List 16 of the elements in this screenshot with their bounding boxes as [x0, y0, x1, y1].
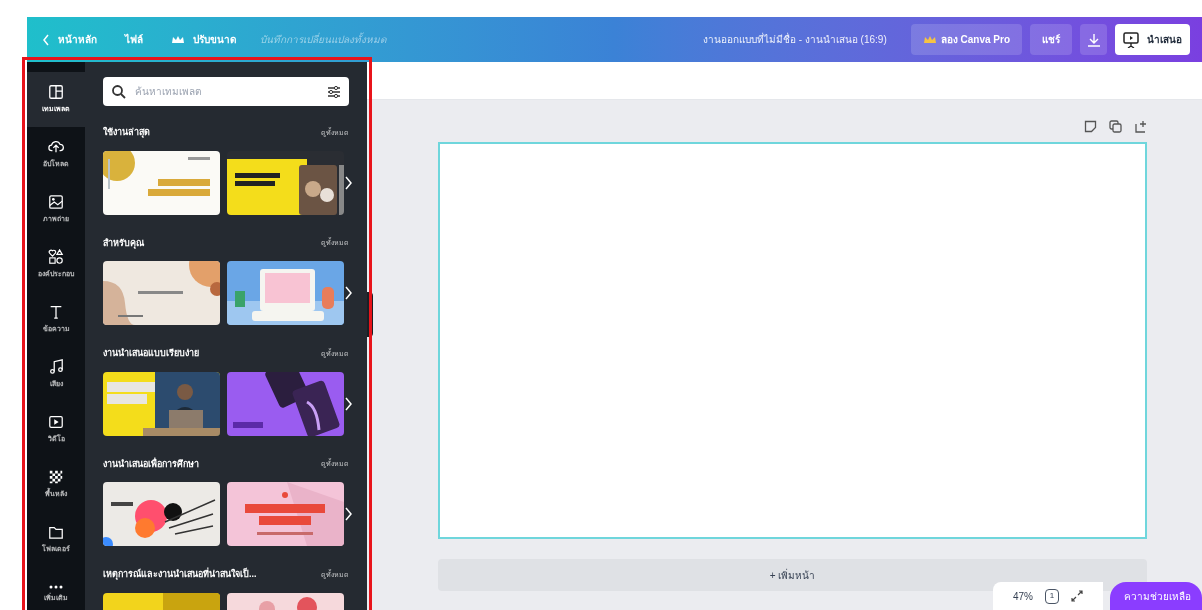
document-title[interactable]: งานออกแบบที่ไม่มีชื่อ - งานนำเสนอ (16:9): [702, 32, 887, 47]
section-title: ใช้งานล่าสุด: [103, 126, 150, 140]
help-button[interactable]: ความช่วยเหลือ: [1110, 582, 1202, 610]
save-status: บันทึกการเปลี่ยนแปลงทั้งหมด: [260, 32, 386, 47]
share-button[interactable]: แชร์: [1030, 24, 1072, 55]
page-count[interactable]: 1: [1045, 588, 1059, 604]
section-title: งานนำเสนอเพื่อการศึกษา: [103, 457, 199, 471]
try-pro-button[interactable]: ลอง Canva Pro: [910, 24, 1022, 55]
section-title: เหตุการณ์และงานนำเสนอที่น่าสนใจเป็...: [103, 568, 257, 582]
zoom-level[interactable]: 47%: [1013, 588, 1033, 604]
section-title: สำหรับคุณ: [103, 236, 144, 250]
search-field[interactable]: ค้นหาเทมเพลต: [103, 77, 349, 106]
present-button[interactable]: นำเสนอ: [1115, 24, 1190, 55]
section-title: งานนำเสนอแบบเรียบง่าย: [103, 347, 199, 360]
add-page-button[interactable]: + เพิ่มหน้า: [438, 559, 1147, 591]
search-input[interactable]: ค้นหาเทมเพลต: [135, 84, 319, 99]
